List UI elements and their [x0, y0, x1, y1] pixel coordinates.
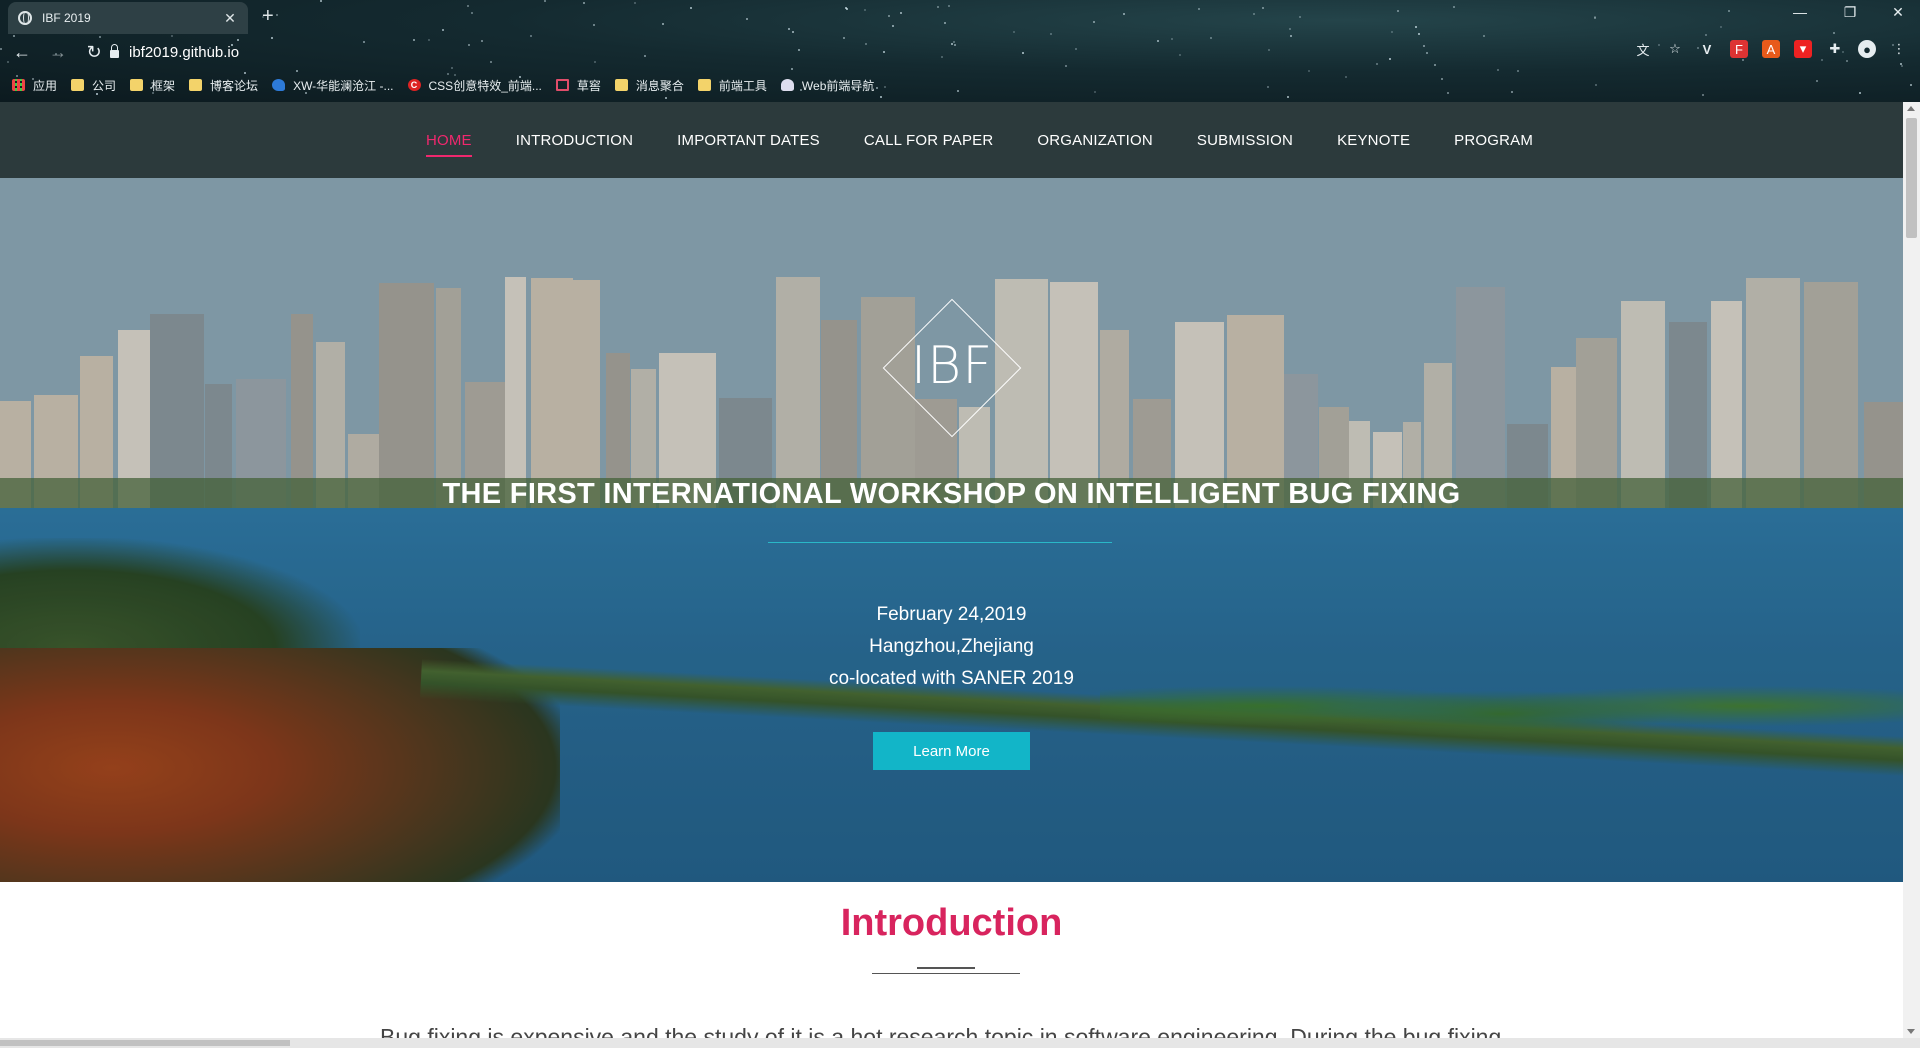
- bookmark-item[interactable]: 公司: [71, 77, 116, 94]
- event-date: February 24,2019: [876, 604, 1027, 625]
- heading-underline-long: [872, 973, 1020, 974]
- bookmark-item[interactable]: Web前端导航: [780, 77, 874, 94]
- nav-program[interactable]: PROGRAM: [1454, 120, 1533, 161]
- nav-keynote[interactable]: KEYNOTE: [1337, 120, 1410, 161]
- star-bookmark-icon[interactable]: ☆: [1666, 40, 1684, 58]
- translate-icon[interactable]: 文: [1634, 40, 1652, 58]
- scroll-down-icon[interactable]: [1907, 1029, 1915, 1034]
- folder-icon: [189, 79, 203, 91]
- bookmark-item[interactable]: 框架: [130, 77, 175, 94]
- nav-call-for-paper[interactable]: CALL FOR PAPER: [864, 120, 994, 161]
- learn-more-button[interactable]: Learn More: [873, 732, 1030, 770]
- browser-toolbar: ← → ↻ ibf2019.github.io 文 ☆ V F A ▾ ✚ ● …: [0, 36, 1920, 68]
- forward-icon[interactable]: →: [44, 42, 72, 63]
- profile-avatar-icon[interactable]: ●: [1858, 40, 1876, 58]
- scrollbar-thumb[interactable]: [1906, 118, 1917, 238]
- back-icon[interactable]: ←: [8, 42, 36, 63]
- nav-organization[interactable]: ORGANIZATION: [1037, 120, 1152, 161]
- reload-icon[interactable]: ↻: [80, 42, 108, 63]
- bookmark-item[interactable]: XW-华能澜沧江 -...: [272, 77, 394, 94]
- scroll-up-icon[interactable]: [1907, 106, 1915, 111]
- event-location: Hangzhou,Zhejiang: [869, 636, 1034, 657]
- tab-title: IBF 2019: [42, 11, 91, 25]
- bookmark-item[interactable]: 应用: [12, 77, 57, 94]
- nav-submission[interactable]: SUBMISSION: [1197, 120, 1293, 161]
- folder-icon: [697, 79, 711, 91]
- heading-underline-short: [917, 967, 975, 969]
- browser-tab[interactable]: IBF 2019 ✕: [8, 2, 248, 34]
- extension-orange-icon[interactable]: A: [1762, 40, 1780, 58]
- nav-menu: HOME INTRODUCTION IMPORTANT DATES CALL F…: [425, 120, 1533, 161]
- hero-banner: [0, 178, 1903, 882]
- nav-important-dates[interactable]: IMPORTANT DATES: [677, 120, 820, 161]
- nav-home[interactable]: HOME: [425, 120, 472, 161]
- close-window-button[interactable]: ✕: [1878, 4, 1918, 21]
- folder-icon: [614, 79, 628, 91]
- bookmark-item[interactable]: 草窖: [555, 77, 601, 94]
- extension-pocket-icon[interactable]: ▾: [1794, 40, 1812, 58]
- bookmark-item[interactable]: 博客论坛: [189, 77, 258, 94]
- introduction-heading: Introduction: [840, 902, 1063, 944]
- minimize-button[interactable]: —: [1780, 4, 1820, 20]
- hscrollbar-thumb[interactable]: [0, 1040, 290, 1046]
- nav-introduction[interactable]: INTRODUCTION: [516, 120, 633, 161]
- menu-kebab-icon[interactable]: ⋮: [1890, 40, 1908, 58]
- horizontal-scrollbar[interactable]: [0, 1038, 1920, 1048]
- hero-title: THE FIRST INTERNATIONAL WORKSHOP ON INTE…: [442, 478, 1461, 510]
- bookmark-item[interactable]: C CSS创意特效_前端...: [407, 77, 542, 94]
- restore-button[interactable]: ❐: [1830, 4, 1870, 21]
- url-text: ibf2019.github.io: [129, 43, 240, 61]
- vertical-scrollbar[interactable]: [1903, 102, 1920, 1038]
- extension-red-icon[interactable]: F: [1730, 40, 1748, 58]
- extension-icons: 文 ☆ V F A ▾ ✚ ● ⋮: [1634, 40, 1908, 58]
- bookmark-item[interactable]: 消息聚合: [614, 77, 684, 94]
- close-tab-icon[interactable]: ✕: [222, 10, 238, 27]
- bell-icon: [780, 79, 794, 91]
- hero-divider: [768, 542, 1112, 543]
- new-tab-button[interactable]: +: [262, 5, 274, 28]
- address-bar[interactable]: ibf2019.github.io: [110, 39, 1610, 65]
- puzzle-extensions-icon[interactable]: ✚: [1826, 40, 1844, 58]
- site-navbar: HOME INTRODUCTION IMPORTANT DATES CALL F…: [0, 102, 1903, 178]
- bird-icon: [272, 79, 286, 91]
- c-logo-icon: C: [407, 79, 421, 91]
- vue-devtools-icon[interactable]: V: [1698, 40, 1716, 58]
- folder-icon: [130, 79, 144, 91]
- browser-chrome: IBF 2019 ✕ + — ❐ ✕ ← → ↻ ibf2019.github.…: [0, 0, 1920, 102]
- globe-icon: [18, 11, 32, 25]
- logo-text: IBF: [910, 336, 994, 396]
- event-colocated: co-located with SANER 2019: [828, 668, 1074, 689]
- lock-icon: [110, 44, 119, 58]
- apps-grid-icon: [12, 79, 25, 91]
- folder-icon: [71, 79, 85, 91]
- bookmark-item[interactable]: 前端工具: [697, 77, 767, 94]
- bookmarks-bar: 应用 公司 框架 博客论坛 XW-华能澜沧江 -... C CSS创意特效_前端.…: [12, 74, 888, 96]
- mail-icon: [555, 79, 569, 91]
